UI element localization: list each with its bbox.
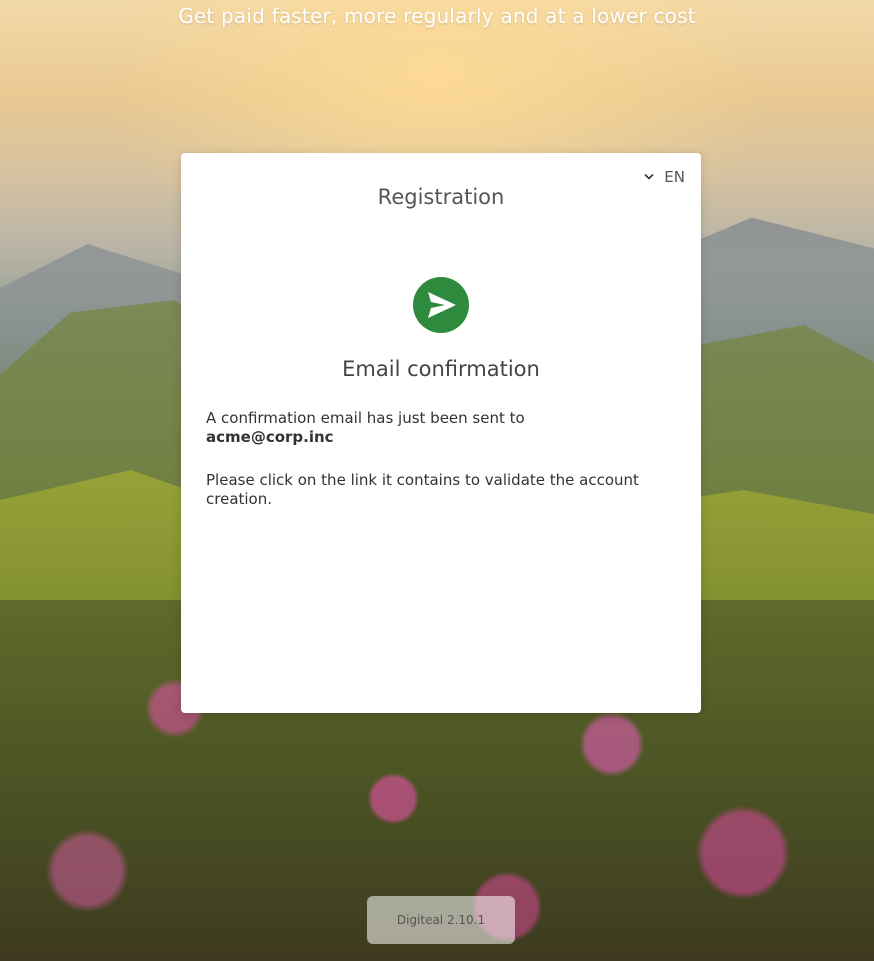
version-badge: Digiteal 2.10.1 [367, 896, 515, 944]
language-code: EN [664, 168, 685, 186]
tagline: Get paid faster, more regularly and at a… [178, 4, 696, 28]
registration-card: Registration EN Email confirmation A con… [181, 153, 701, 713]
chevron-down-icon [642, 170, 656, 184]
message-intro: A confirmation email has just been sent … [206, 409, 525, 427]
confirmation-message: A confirmation email has just been sent … [206, 409, 676, 447]
language-selector[interactable]: EN [642, 168, 685, 186]
instructions-message: Please click on the link it contains to … [206, 471, 639, 508]
send-icon [413, 277, 469, 333]
card-title: Registration [377, 185, 505, 209]
section-title: Email confirmation [342, 357, 540, 381]
email-address: acme@corp.inc [206, 428, 334, 446]
